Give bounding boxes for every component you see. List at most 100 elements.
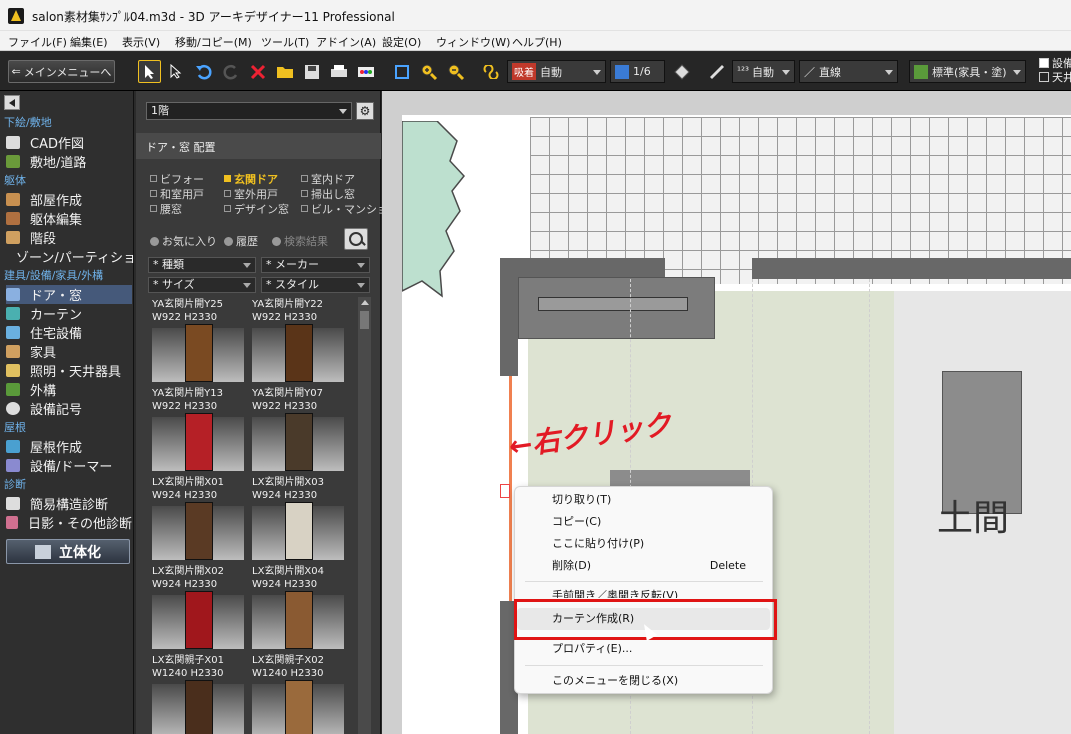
context-menu: 切り取り(T) コピー(C) ここに貼り付け(P) 削除(D) Delete 手前… — [514, 486, 773, 694]
redo-icon[interactable] — [219, 60, 242, 83]
dimension-mode-value: 自動 — [752, 65, 775, 79]
category-interior-door[interactable]: 室内ドア — [301, 171, 355, 187]
snap-link-icon[interactable] — [479, 60, 502, 83]
line-mode-select[interactable]: ／ 直線 — [799, 60, 898, 83]
menu-edit[interactable]: 編集(E) — [70, 34, 108, 50]
ctx-cut[interactable]: 切り取り(T) — [517, 489, 770, 511]
zoom-out-icon[interactable] — [444, 60, 467, 83]
save-icon[interactable] — [300, 60, 323, 83]
search-icon[interactable] — [344, 228, 368, 250]
fit-view-icon[interactable] — [390, 60, 413, 83]
category-japanese-door[interactable]: 和室用戸 — [150, 186, 204, 202]
sidebar-item-door-window[interactable]: ドア・窓 — [6, 285, 132, 304]
floor-select[interactable]: 1階 — [146, 102, 352, 120]
gear-icon[interactable]: ⚙ — [356, 102, 374, 120]
grid-ratio-select[interactable]: 1/6 — [610, 60, 665, 83]
category-structure: 躯体 — [4, 174, 26, 187]
stairs-icon — [6, 231, 20, 244]
checkbox-ceiling-label: 天井 — [1052, 71, 1071, 84]
scroll-thumb[interactable] — [360, 311, 369, 329]
grid-ratio-value: 1/6 — [633, 65, 651, 78]
print-icon[interactable] — [327, 60, 350, 83]
dimension-mode-select[interactable]: ¹²³ 自動 — [732, 60, 795, 83]
menu-tools[interactable]: ツール(T) — [261, 34, 309, 50]
sidebar-item-structure-diagnosis[interactable]: 簡易構造診断 — [6, 494, 132, 513]
delete-icon[interactable] — [246, 60, 269, 83]
product-item[interactable]: YA玄関片開Y07 W922 H2330 — [252, 387, 347, 477]
checkbox-equipment[interactable] — [1039, 58, 1049, 68]
tab-search-results[interactable]: 検索結果 — [272, 233, 328, 249]
product-item[interactable]: LX玄関親子X02 W1240 H2330 — [252, 654, 347, 734]
sidebar-item-exterior[interactable]: 外構 — [6, 380, 132, 399]
preset-select[interactable]: 標準(家具・塗) — [909, 60, 1026, 83]
render-3d-button[interactable]: 立体化 — [6, 539, 130, 564]
main-menu-button[interactable]: ⇐ メインメニューへ — [8, 60, 115, 83]
snap-mode-select[interactable]: 吸着 自動 — [507, 60, 606, 83]
ctx-copy[interactable]: コピー(C) — [517, 511, 770, 533]
ctx-delete[interactable]: 削除(D) Delete — [517, 555, 770, 577]
menu-move-copy[interactable]: 移動/コピー(M) — [175, 34, 252, 50]
category-exterior-door[interactable]: 室外用戸 — [224, 186, 278, 202]
sidebar-item-shadow-diagnosis[interactable]: 日影・その他診断 — [6, 513, 132, 532]
collapse-sidebar-icon[interactable] — [4, 95, 20, 110]
product-item[interactable]: LX玄関片開X01 W924 H2330 — [152, 476, 247, 566]
sidebar-item-dormer[interactable]: 設備/ドーマー — [6, 456, 132, 475]
sidebar-item-lighting[interactable]: 照明・天井器具 — [6, 361, 132, 380]
ctx-properties[interactable]: プロパティ(E)... — [517, 638, 770, 660]
product-item[interactable]: YA玄関片開Y13 W922 H2330 — [152, 387, 247, 477]
category-waist-window[interactable]: 腰窓 — [150, 201, 182, 217]
filter-style[interactable]: * スタイル — [261, 277, 370, 293]
product-item[interactable]: LX玄関片開X03 W924 H2330 — [252, 476, 347, 566]
filter-size[interactable]: * サイズ — [148, 277, 256, 293]
filter-type[interactable]: * 種類 — [148, 257, 256, 273]
menu-addin[interactable]: アドイン(A) — [316, 34, 376, 50]
ruler-icon[interactable] — [705, 60, 728, 83]
multi-select-icon[interactable] — [164, 60, 187, 83]
product-item[interactable]: LX玄関親子X01 W1240 H2330 — [152, 654, 247, 734]
sidebar-item-equipment-symbol[interactable]: 設備記号 — [6, 399, 132, 418]
catalog-scrollbar[interactable] — [358, 297, 371, 734]
menu-file[interactable]: ファイル(F) — [8, 34, 67, 50]
product-item[interactable]: LX玄関片開X02 W924 H2330 — [152, 565, 247, 655]
sidebar-item-curtain[interactable]: カーテン — [6, 304, 132, 323]
main-menu-label: メインメニューへ — [23, 65, 112, 79]
undo-icon[interactable] — [192, 60, 215, 83]
sidebar-item-roof[interactable]: 屋根作成 — [6, 437, 132, 456]
category-sweep-window[interactable]: 掃出し窓 — [301, 186, 355, 202]
sidebar-item-zone[interactable]: ゾーン/パーティション — [6, 247, 149, 266]
room-icon — [6, 193, 20, 206]
sidebar-item-furniture[interactable]: 家具 — [6, 342, 132, 361]
ctx-paste[interactable]: ここに貼り付け(P) — [517, 533, 770, 555]
zoom-in-icon[interactable] — [417, 60, 440, 83]
category-before[interactable]: ビフォー — [150, 171, 204, 187]
scroll-up-icon[interactable] — [361, 300, 369, 305]
filter-maker[interactable]: * メーカー — [261, 257, 370, 273]
sidebar-item-room[interactable]: 部屋作成 — [6, 190, 132, 209]
sidebar-item-label: 屋根作成 — [30, 441, 83, 456]
product-item[interactable]: YA玄関片開Y22 W922 H2330 — [252, 298, 347, 388]
checkbox-ceiling[interactable] — [1039, 72, 1049, 82]
sidebar-item-structure-edit[interactable]: 躯体編集 — [6, 209, 132, 228]
product-item[interactable]: YA玄関片開Y25 W922 H2330 — [152, 298, 247, 388]
category-design-window[interactable]: デザイン窓 — [224, 201, 289, 217]
tab-history[interactable]: 履歴 — [224, 233, 258, 249]
menu-window[interactable]: ウィンドウ(W) — [436, 34, 510, 50]
open-folder-icon[interactable] — [273, 60, 296, 83]
structure-diagnosis-icon — [6, 497, 20, 510]
menu-view[interactable]: 表示(V) — [122, 34, 160, 50]
palette-icon[interactable] — [354, 60, 377, 83]
category-underlay: 下絵/敷地 — [4, 116, 52, 129]
sidebar-item-housing-equipment[interactable]: 住宅設備 — [6, 323, 132, 342]
menu-settings[interactable]: 設定(O) — [382, 34, 421, 50]
sidebar-item-stairs[interactable]: 階段 — [6, 228, 132, 247]
ctx-close-menu[interactable]: このメニューを閉じる(X) — [517, 670, 770, 692]
sidebar-item-site[interactable]: 敷地/道路 — [6, 152, 132, 171]
category-diagnosis: 診断 — [4, 478, 26, 491]
sidebar-item-cad[interactable]: CAD作図 — [6, 133, 132, 152]
category-entrance-door[interactable]: 玄関ドア — [224, 171, 278, 187]
menu-help[interactable]: ヘルプ(H) — [512, 34, 562, 50]
select-arrow-icon[interactable] — [138, 60, 161, 83]
product-item[interactable]: LX玄関片開X04 W924 H2330 — [252, 565, 347, 655]
grid-settings-icon[interactable] — [670, 60, 693, 83]
tab-favorites[interactable]: お気に入り — [150, 233, 217, 249]
